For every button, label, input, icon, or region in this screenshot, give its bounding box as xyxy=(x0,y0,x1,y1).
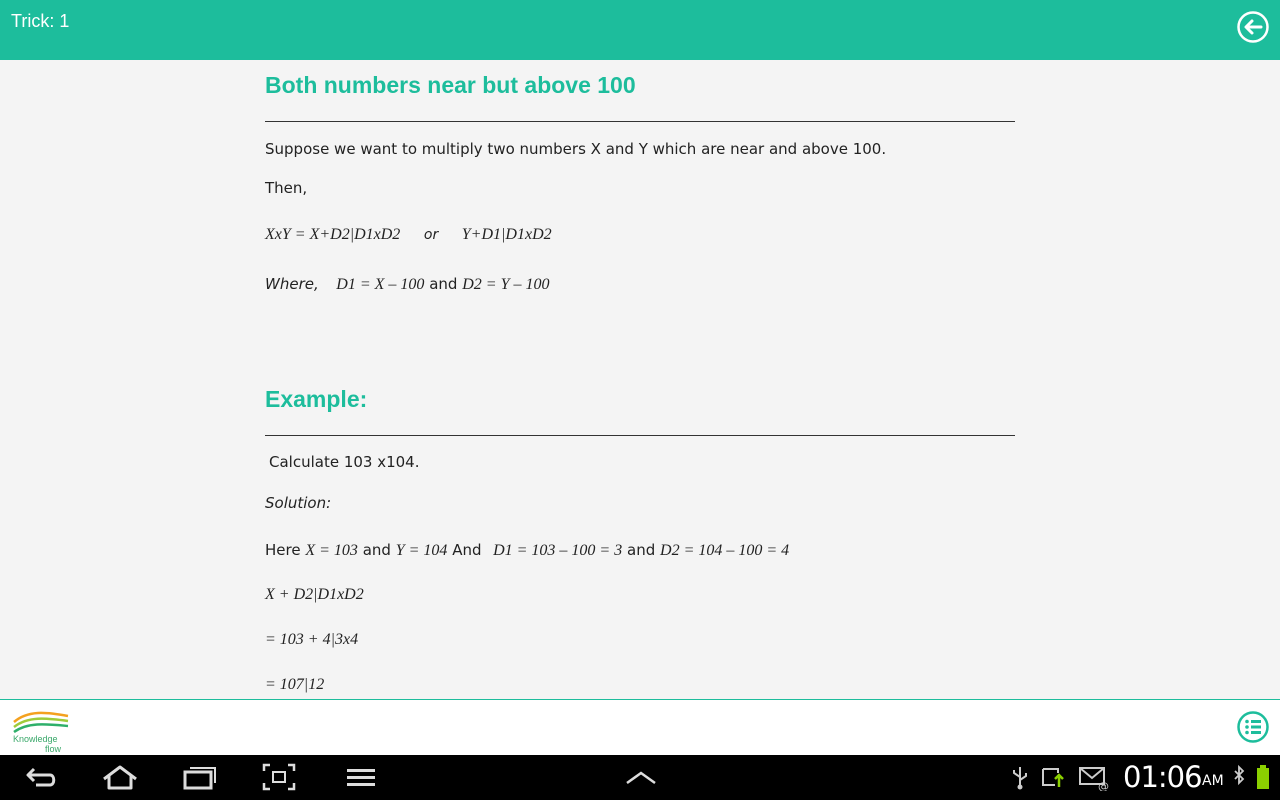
intro-text: Suppose we want to multiply two numbers … xyxy=(265,140,887,158)
divider xyxy=(265,121,1015,122)
formula-b: Y+D1|D1xD2 xyxy=(461,226,552,243)
usb-icon xyxy=(1013,767,1027,790)
formula-a: XxY = X+D2|D1xD2 xyxy=(265,226,401,243)
formula-line: XxY = X+D2|D1xD2 or Y+D1|D1xD2 xyxy=(265,225,552,244)
nav-home-icon[interactable] xyxy=(100,763,140,791)
where-d1: D1 = X – 100 xyxy=(336,276,425,293)
where-line: Where, D1 = X – 100 and D2 = Y – 100 xyxy=(265,275,549,294)
here-and-1: and xyxy=(362,541,391,559)
where-and: and xyxy=(429,275,458,293)
then-text: Then, xyxy=(265,179,308,197)
where-d2: D2 = Y – 100 xyxy=(462,276,550,293)
app-header: Trick: 1 xyxy=(0,0,1280,60)
here-text: Here xyxy=(265,541,301,559)
step-3: = 107|12 xyxy=(265,676,325,693)
here-d2: D2 = 104 – 100 = 4 xyxy=(660,542,790,559)
screenshot-icon[interactable] xyxy=(262,763,296,791)
email-icon: @ xyxy=(1079,767,1109,791)
logo-text: flow xyxy=(45,744,62,754)
chevron-up-icon[interactable] xyxy=(624,763,658,791)
here-d1: D1 = 103 – 100 = 3 xyxy=(493,542,623,559)
step-2: = 103 + 4|3x4 xyxy=(265,631,359,648)
nav-back-icon[interactable] xyxy=(24,763,60,791)
back-button[interactable] xyxy=(1236,10,1270,44)
menu-icon[interactable] xyxy=(345,763,377,791)
clock-ampm: AM xyxy=(1202,773,1224,789)
bluetooth-icon xyxy=(1234,764,1245,786)
calc-text: Calculate 103 x104. xyxy=(269,453,420,471)
page-title: Trick: 1 xyxy=(11,11,70,31)
here-and-2: And xyxy=(452,541,482,559)
section-heading-1: Both numbers near but above 100 xyxy=(265,72,636,98)
here-y: Y = 104 xyxy=(395,542,448,559)
section-heading-2: Example: xyxy=(265,386,368,412)
here-x: X = 103 xyxy=(305,542,358,559)
step-1: X + D2|D1xD2 xyxy=(265,586,364,603)
list-icon xyxy=(1237,711,1269,743)
where-label: Where, xyxy=(265,275,319,293)
list-menu-button[interactable] xyxy=(1236,710,1270,744)
back-arrow-icon xyxy=(1237,11,1269,43)
sync-icon xyxy=(1042,768,1064,787)
here-and-3: and xyxy=(627,541,656,559)
formula-or: or xyxy=(423,227,439,243)
clock-time: 01:06 xyxy=(1123,760,1203,794)
svg-text:@: @ xyxy=(1098,780,1109,791)
logo-waves-icon xyxy=(13,711,69,734)
system-nav-bar: @ 01:06 AM xyxy=(0,755,1280,800)
knowledge-flow-logo: Knowledge flow xyxy=(10,708,72,754)
logo-text: Knowledge xyxy=(13,734,58,744)
here-line: Here X = 103 and Y = 104 And D1 = 103 – … xyxy=(265,541,789,560)
divider xyxy=(265,435,1015,436)
app-footer: Knowledge flow xyxy=(0,699,1280,756)
content-area[interactable]: Both numbers near but above 100 Suppose … xyxy=(0,60,1280,699)
nav-recent-apps-icon[interactable] xyxy=(182,763,218,791)
battery-icon xyxy=(1257,765,1269,789)
solution-label: Solution: xyxy=(265,494,332,512)
